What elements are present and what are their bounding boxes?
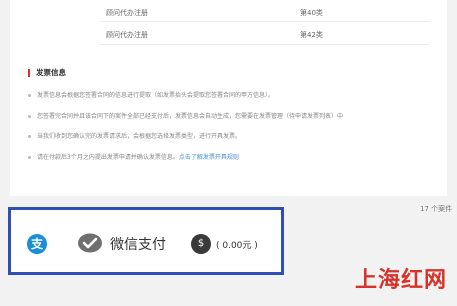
wechat-pay-icon[interactable]	[77, 232, 105, 254]
service-class: 第40类	[300, 9, 323, 17]
invoice-note-text: 发票信息会根据您签署合同的信息进行提取（如发票抬头会提取您签署合同的甲方信息）。	[37, 92, 275, 99]
alipay-icon[interactable]: 支	[27, 234, 47, 254]
invoice-note: 请在付款后3个月之内提出发票申请并确认发票信息。点击了解发票开具规则	[28, 152, 239, 161]
bullet-icon	[28, 156, 31, 159]
service-name: 顾问代办注册	[106, 31, 148, 39]
wechat-pay-label[interactable]: 微信支付	[110, 234, 166, 254]
row-divider	[100, 44, 430, 45]
bullet-icon	[28, 135, 31, 138]
case-count: 17 个案件	[420, 205, 453, 213]
service-class: 第42类	[300, 31, 323, 39]
invoice-note: 发票信息会根据您签署合同的信息进行提取（如发票抬头会提取您签署合同的甲方信息）。	[28, 90, 274, 99]
bullet-icon	[28, 115, 31, 118]
invoice-note-text: 当我们收到您确认完的发票请求后，会根据您选择发票类型，进行开具发票。	[37, 133, 242, 140]
balance-amount: ( 0.00元 )	[216, 241, 258, 251]
money-bag-icon[interactable]: $	[191, 234, 211, 254]
invoice-note-text: 请在付款后3个月之内提出发票申请并确认发票信息。	[37, 154, 179, 161]
watermark-logo: 上海红网	[355, 268, 448, 293]
invoice-note: 您签署完合同并且该合同下的案件全部已经支付后，发票信息会自动生成，您需要在发票管…	[28, 111, 343, 120]
invoice-section-title: 发票信息	[28, 69, 66, 77]
invoice-note: 当我们收到您确认完的发票请求后，会根据您选择发票类型，进行开具发票。	[28, 131, 241, 140]
service-name: 顾问代办注册	[106, 9, 148, 17]
bullet-icon	[28, 94, 31, 97]
payment-method-bar: 支 微信支付 $ ( 0.00元 )	[8, 207, 284, 275]
row-divider	[100, 21, 430, 22]
invoice-rules-link[interactable]: 点击了解发票开具规则	[179, 154, 239, 161]
invoice-note-text: 您签署完合同并且该合同下的案件全部已经支付后，发票信息会自动生成，您需要在发票管…	[37, 113, 344, 120]
